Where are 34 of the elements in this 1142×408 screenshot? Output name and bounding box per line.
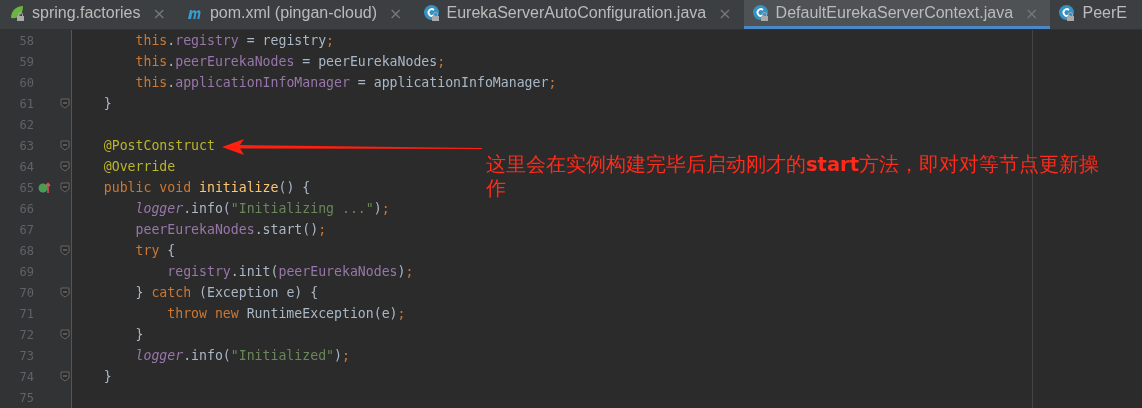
code-line: logger.info("Initialized");: [134, 348, 350, 363]
fold-marker-icon[interactable]: [60, 371, 70, 382]
code-line: }: [102, 369, 112, 384]
code-line: peerEurekaNodes.start();: [134, 222, 327, 237]
code-line: }: [102, 96, 112, 111]
editor-tab[interactable]: DefaultEurekaServerContext.java ×: [743, 0, 1051, 29]
code-line: logger.info("Initializing ...");: [134, 201, 390, 216]
class-icon: [751, 4, 770, 22]
close-icon[interactable]: ×: [152, 3, 166, 23]
code-line: this.applicationInfoManager = applicationInfoManager;: [134, 75, 557, 90]
close-icon[interactable]: ×: [718, 3, 732, 23]
code-line: registry.init(peerEurekaNodes);: [166, 264, 414, 279]
fold-marker-icon[interactable]: [60, 245, 70, 256]
class-icon: [422, 4, 441, 22]
close-icon[interactable]: ×: [389, 3, 403, 23]
annotation-note: 这里会在实例构建完毕后启动刚才的start方法，即对对等节点更新操作: [486, 153, 1101, 201]
fold-marker-icon[interactable]: [60, 161, 70, 172]
code-line: try {: [134, 243, 176, 258]
code-line: } catch (Exception e) {: [134, 285, 319, 300]
class-icon: [1058, 4, 1077, 22]
code-line: @PostConstruct: [102, 138, 215, 153]
leaf-icon: [8, 4, 26, 22]
code-line: throw new RuntimeException(e);: [166, 306, 406, 321]
code-line: @Override: [102, 159, 176, 174]
fold-marker-icon[interactable]: [60, 329, 70, 340]
implements-marker-icon[interactable]: [38, 181, 52, 194]
fold-marker-icon[interactable]: [60, 98, 70, 109]
code-line: public void initialize() {: [102, 180, 311, 195]
code-line: this.registry = registry;: [134, 33, 335, 48]
fold-marker-icon[interactable]: [60, 287, 70, 298]
fold-marker-icon[interactable]: [60, 140, 70, 151]
fold-marker-icon[interactable]: [60, 182, 70, 193]
code-line: this.peerEurekaNodes = peerEurekaNodes;: [134, 54, 446, 69]
code-line: }: [134, 327, 144, 342]
